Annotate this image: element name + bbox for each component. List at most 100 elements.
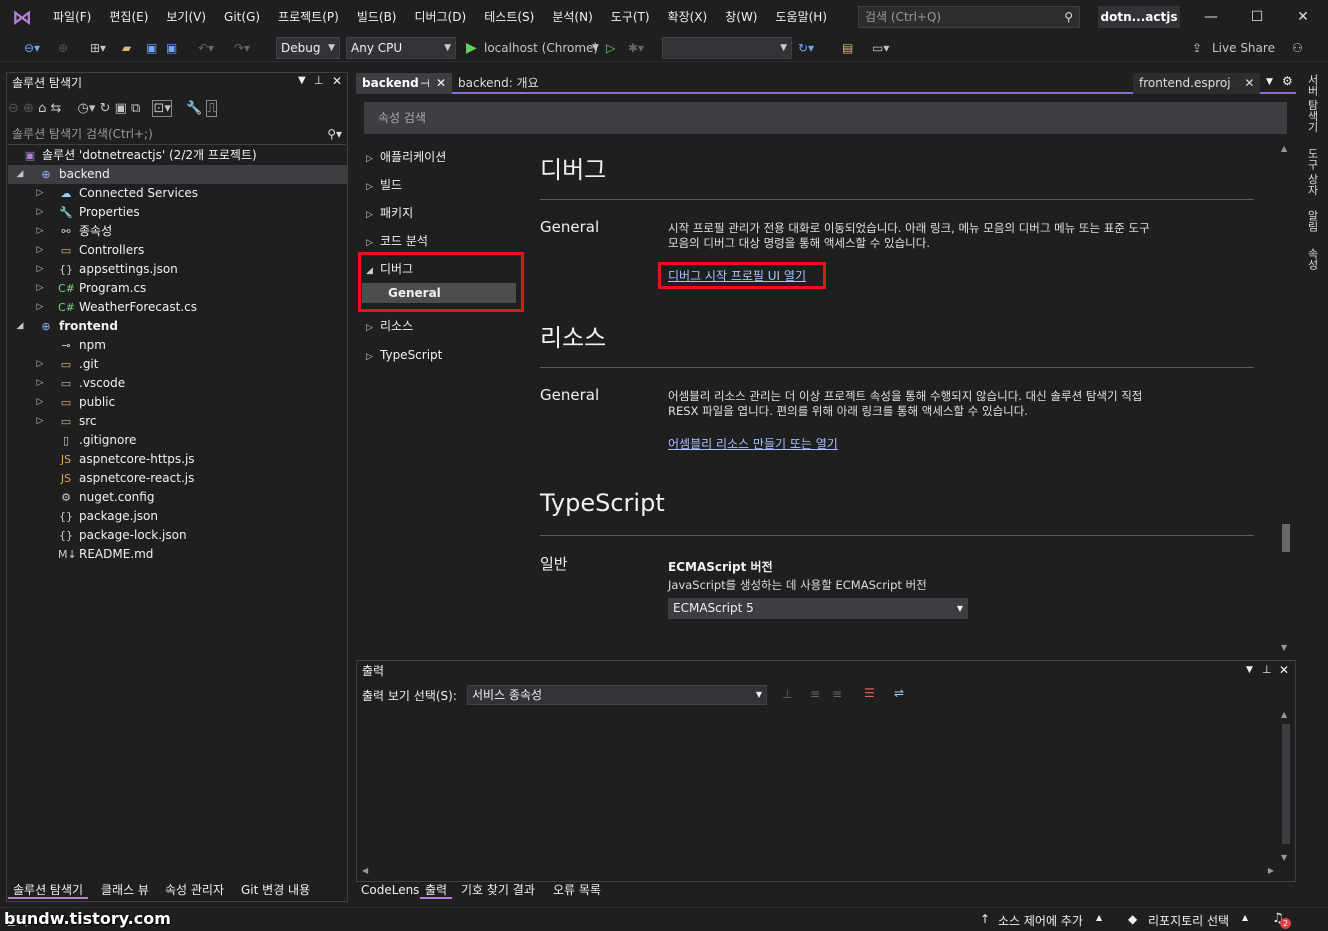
- run-without-debug-icon[interactable]: ▷: [606, 38, 615, 58]
- output-scrollbar-h[interactable]: ◀ ▶: [358, 866, 1278, 878]
- live-share-button[interactable]: Live Share: [1212, 38, 1275, 58]
- tree-item[interactable]: ◢ ⊕ frontend: [8, 317, 348, 336]
- expand-icon[interactable]: ▷: [34, 374, 46, 393]
- tab-list-icon[interactable]: ▼: [1266, 77, 1273, 87]
- collapse-icon[interactable]: ◢: [14, 165, 26, 184]
- tree-item[interactable]: {} package-lock.json: [8, 526, 348, 545]
- tree-item[interactable]: ▷ ▭ public: [8, 393, 348, 412]
- back-icon[interactable]: ⊖▾: [24, 38, 40, 58]
- doc-tab-backend-overview[interactable]: backend: 개요: [452, 73, 545, 94]
- menu-item[interactable]: 도구(T): [602, 0, 659, 34]
- redo-icon[interactable]: ↷▾: [234, 38, 250, 58]
- side-tab[interactable]: 속성: [1302, 248, 1320, 270]
- expand-icon[interactable]: ▷: [34, 279, 46, 298]
- settings-gear-icon[interactable]: ⚙: [1282, 74, 1293, 88]
- live-share-icon[interactable]: ⇪: [1192, 38, 1202, 58]
- maximize-icon[interactable]: ☐: [1234, 0, 1280, 34]
- menu-item[interactable]: 편집(E): [100, 0, 157, 34]
- tree-item[interactable]: ▷ C# WeatherForecast.cs: [8, 298, 348, 317]
- tree-item[interactable]: JS aspnetcore-react.js: [8, 469, 348, 488]
- panel-close-icon[interactable]: ✕: [1279, 663, 1289, 677]
- expand-icon[interactable]: ▷: [34, 298, 46, 317]
- nav-item[interactable]: ▷ 빌드: [366, 174, 402, 196]
- find-message-icon[interactable]: ⊥: [782, 687, 792, 701]
- nav-item[interactable]: ▷ 패키지: [366, 202, 413, 224]
- forward-icon[interactable]: ⊕: [23, 101, 34, 116]
- vs-switch-icon[interactable]: ⇆: [51, 101, 62, 116]
- copy-icon[interactable]: ⧉: [131, 101, 140, 116]
- expand-icon[interactable]: ▷: [34, 412, 46, 431]
- menu-item[interactable]: 분석(N): [543, 0, 601, 34]
- run-target-button[interactable]: localhost (Chrome): [484, 38, 598, 58]
- tree-item[interactable]: ⚙ nuget.config: [8, 488, 348, 507]
- home-icon[interactable]: ⌂: [38, 101, 46, 116]
- minimize-icon[interactable]: —: [1188, 0, 1234, 34]
- close-window-icon[interactable]: ✕: [1280, 0, 1326, 34]
- run-target-dropdown-icon[interactable]: ▼: [592, 38, 599, 58]
- panel-menu-icon[interactable]: ▼: [1246, 665, 1253, 675]
- select-repo-button[interactable]: 리포지토리 선택: [1148, 912, 1229, 929]
- clear-all-icon[interactable]: ☰: [864, 686, 875, 700]
- tree-item[interactable]: JS aspnetcore-https.js: [8, 450, 348, 469]
- menu-item[interactable]: 파일(F): [44, 0, 100, 34]
- menu-item[interactable]: 디버그(D): [406, 0, 476, 34]
- config-select[interactable]: Debug ▼: [276, 37, 340, 59]
- refresh-icon[interactable]: ↻▾: [798, 38, 814, 58]
- tree-item[interactable]: ▷ ⚯ 종속성: [8, 222, 348, 241]
- back-icon[interactable]: ⊖: [8, 101, 19, 116]
- output-bottom-tab[interactable]: CodeLens: [356, 881, 424, 899]
- output-bottom-tab[interactable]: 기호 찾기 결과: [456, 881, 540, 899]
- expand-icon[interactable]: ▷: [34, 203, 46, 222]
- prev-message-icon[interactable]: ≡: [810, 687, 820, 701]
- menu-item[interactable]: 확장(X): [659, 0, 717, 34]
- menu-item[interactable]: 프로젝트(P): [269, 0, 348, 34]
- tree-item[interactable]: ▷ C# Program.cs: [8, 279, 348, 298]
- tree-item[interactable]: ▷ ▭ .git: [8, 355, 348, 374]
- menu-item[interactable]: 창(W): [716, 0, 766, 34]
- tab-close-icon[interactable]: ✕: [436, 73, 446, 94]
- tab-close-icon[interactable]: ✕: [1244, 76, 1254, 90]
- side-tab[interactable]: 서버 탐색기: [1302, 74, 1320, 133]
- doc-tab-backend[interactable]: backend ⊣ ✕: [356, 73, 452, 94]
- nav-item[interactable]: ▷ 리소스: [366, 315, 413, 337]
- expand-icon[interactable]: ▷: [34, 393, 46, 412]
- tree-item[interactable]: ▷ ☁ Connected Services: [8, 184, 348, 203]
- pin-icon[interactable]: ⊣: [420, 73, 430, 94]
- output-text-area[interactable]: [358, 708, 1278, 866]
- output-source-select[interactable]: 서비스 종속성 ▼: [467, 685, 767, 705]
- sync-icon[interactable]: ↻: [100, 101, 111, 116]
- output-bottom-tab[interactable]: 출력: [420, 881, 453, 899]
- panel-menu-icon[interactable]: ▼: [298, 75, 306, 86]
- properties-icon[interactable]: 🔧: [186, 101, 202, 116]
- output-bottom-tab[interactable]: 오류 목록: [548, 881, 606, 899]
- stack-frame-select[interactable]: ▼: [662, 37, 792, 59]
- doc-tab-frontend-esproj[interactable]: frontend.esproj ✕: [1133, 73, 1261, 94]
- global-search-input[interactable]: 검색 (Ctrl+Q) ⚲: [858, 6, 1080, 28]
- layout-icon[interactable]: ▭▾: [872, 38, 889, 58]
- output-scrollbar-v[interactable]: ▲ ▼: [1280, 710, 1292, 862]
- nav-item[interactable]: ▷ TypeScript: [366, 344, 442, 366]
- add-source-control-button[interactable]: 소스 제어에 추가: [998, 912, 1083, 929]
- undo-icon[interactable]: ↶▾: [198, 38, 214, 58]
- tree-item[interactable]: ▷ 🔧 Properties: [8, 203, 348, 222]
- side-tab[interactable]: 알림: [1302, 210, 1320, 232]
- pin-icon[interactable]: ⊥: [314, 74, 324, 87]
- tree-item[interactable]: ▷ {} appsettings.json: [8, 260, 348, 279]
- resources-link[interactable]: 어셈블리 리소스 만들기 또는 열기: [668, 435, 838, 452]
- expand-icon[interactable]: ▷: [34, 222, 46, 241]
- menu-item[interactable]: 테스트(S): [475, 0, 543, 34]
- solution-search-input[interactable]: 솔루션 탐색기 검색(Ctrl+;) ⚲▾: [8, 123, 346, 145]
- attach-icon[interactable]: ✱▾: [628, 38, 644, 58]
- side-tab[interactable]: 도구 상자: [1302, 148, 1320, 196]
- tree-item[interactable]: ▷ ▭ src: [8, 412, 348, 431]
- next-message-icon[interactable]: ≡: [832, 687, 842, 701]
- collapse-icon[interactable]: ▣: [115, 101, 127, 116]
- save-icon[interactable]: ▣: [146, 38, 157, 58]
- new-project-icon[interactable]: ⊞▾: [90, 38, 106, 58]
- ecmascript-version-select[interactable]: ECMAScript 5 ▼: [668, 598, 968, 619]
- history-icon[interactable]: ◷▾: [78, 101, 96, 116]
- solution-root-item[interactable]: ▣ 솔루션 'dotnetreactjs' (2/2개 프로젝트): [8, 146, 348, 165]
- expand-icon[interactable]: ▷: [34, 184, 46, 203]
- expand-icon[interactable]: ▷: [34, 355, 46, 374]
- show-all-icon[interactable]: ⊡▾: [152, 100, 172, 117]
